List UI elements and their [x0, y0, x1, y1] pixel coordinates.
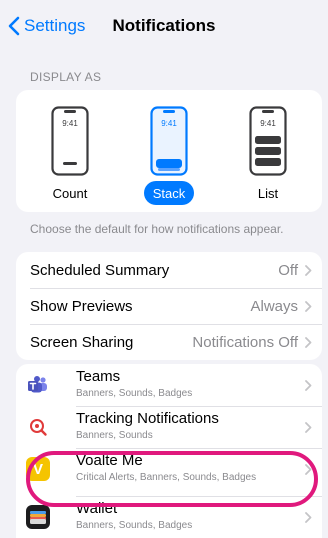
navigation-bar: Settings Notifications	[0, 0, 328, 52]
row-label: Scheduled Summary	[30, 261, 170, 279]
row-label: Show Previews	[30, 297, 133, 315]
display-option-list[interactable]: 9:41 List	[228, 100, 308, 210]
row-value: Always	[250, 297, 298, 315]
app-name: Teams	[76, 368, 121, 385]
app-subtitle: Banners, Sounds	[76, 430, 153, 441]
page-title: Notifications	[112, 16, 216, 35]
display-option-label: List	[257, 186, 279, 201]
row-value: Off	[278, 261, 298, 279]
app-notifications-list: Teams Banners, Sounds, Badges Tracking N…	[16, 364, 322, 538]
wallet-icon	[26, 505, 50, 529]
scheduled-summary-row[interactable]: Scheduled Summary Off	[16, 252, 322, 288]
app-row-teams[interactable]: Teams Banners, Sounds, Badges	[16, 364, 322, 406]
app-name: Tracking Notifications	[76, 410, 219, 427]
phone-stack-icon: 9:41	[150, 106, 188, 176]
chevron-right-icon	[305, 464, 312, 475]
notification-settings-group: Scheduled Summary Off Show Previews Alwa…	[16, 252, 322, 360]
display-as-card: 9:41 Count 9:41 Stack 9:41 List	[16, 90, 322, 212]
app-subtitle: Critical Alerts, Banners, Sounds, Badges	[76, 472, 257, 483]
phone-time: 9:41	[260, 119, 276, 128]
display-as-footer: Choose the default for how notifications…	[30, 222, 284, 236]
voalte-letter: V	[32, 460, 43, 478]
teams-icon	[26, 373, 50, 397]
app-subtitle: Banners, Sounds, Badges	[76, 520, 193, 531]
phone-time: 9:41	[161, 119, 177, 128]
phone-list-icon: 9:41	[249, 106, 287, 176]
show-previews-row[interactable]: Show Previews Always	[16, 288, 322, 324]
app-row-voalte-me[interactable]: V Voalte Me Critical Alerts, Banners, So…	[16, 448, 322, 490]
chevron-right-icon	[305, 512, 312, 523]
chevron-right-icon	[305, 422, 312, 433]
display-option-count[interactable]: 9:41 Count	[30, 100, 110, 210]
app-row-tracking-notifications[interactable]: Tracking Notifications Banners, Sounds	[16, 406, 322, 448]
display-option-label: Count	[52, 186, 88, 201]
chevron-right-icon	[305, 265, 312, 276]
app-name: Voalte Me	[76, 452, 143, 469]
row-value: Notifications Off	[192, 333, 298, 351]
phone-count-icon: 9:41	[51, 106, 89, 176]
chevron-right-icon	[305, 380, 312, 391]
display-option-stack[interactable]: 9:41 Stack	[129, 100, 209, 210]
chevron-right-icon	[305, 301, 312, 312]
phone-time: 9:41	[62, 119, 78, 128]
chevron-right-icon	[305, 337, 312, 348]
display-option-label-selected: Stack	[144, 181, 194, 205]
app-subtitle: Banners, Sounds, Badges	[76, 388, 193, 399]
display-as-header: DISPLAY AS	[30, 70, 102, 84]
app-row-wallet[interactable]: Wallet Banners, Sounds, Badges	[16, 496, 322, 538]
voalte-icon: V	[26, 457, 50, 481]
app-name: Wallet	[76, 500, 118, 517]
row-label: Screen Sharing	[30, 333, 134, 351]
tracking-icon	[26, 415, 50, 439]
screen-sharing-row[interactable]: Screen Sharing Notifications Off	[16, 324, 322, 360]
